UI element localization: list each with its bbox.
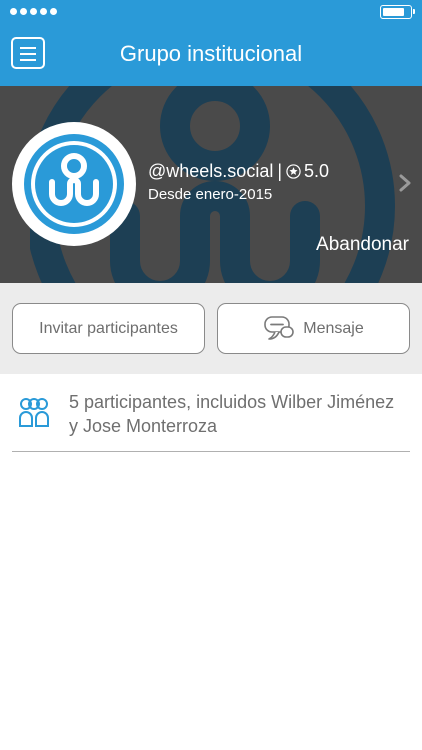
group-avatar[interactable]: [12, 122, 136, 246]
rating-value: 5.0: [304, 161, 330, 181]
invite-participants-button[interactable]: Invitar participantes: [12, 303, 205, 354]
star-rating-icon: [286, 164, 301, 179]
separator: |: [277, 161, 283, 181]
group-handle-line: @wheels.social | 5.0: [148, 161, 329, 182]
status-bar: [0, 0, 422, 24]
invite-participants-label: Invitar participantes: [39, 319, 178, 337]
group-handle: @wheels.social: [148, 161, 274, 181]
message-label: Mensaje: [303, 319, 364, 337]
nav-bar: Grupo institucional: [0, 24, 422, 86]
chat-bubble-icon: [264, 315, 295, 340]
participants-summary: 5 participantes, incluidos Wilber Jiméne…: [69, 392, 395, 436]
action-bar: Invitar participantes Mensaje: [0, 283, 422, 374]
wheels-logo-icon: [24, 134, 124, 234]
leave-group-link[interactable]: Abandonar: [316, 234, 409, 256]
group-profile-header: @wheels.social | 5.0 Desde enero-2015 Ab…: [0, 86, 422, 283]
group-participants-icon: [19, 398, 49, 427]
signal-strength-icon: [10, 8, 57, 15]
member-since: Desde enero-2015: [148, 186, 273, 203]
participants-row[interactable]: 5 participantes, incluidos Wilber Jiméne…: [12, 390, 410, 452]
page-title: Grupo institucional: [119, 41, 303, 66]
message-button[interactable]: Mensaje: [217, 303, 410, 354]
chevron-right-icon[interactable]: [398, 174, 412, 192]
battery-icon: [380, 5, 415, 19]
